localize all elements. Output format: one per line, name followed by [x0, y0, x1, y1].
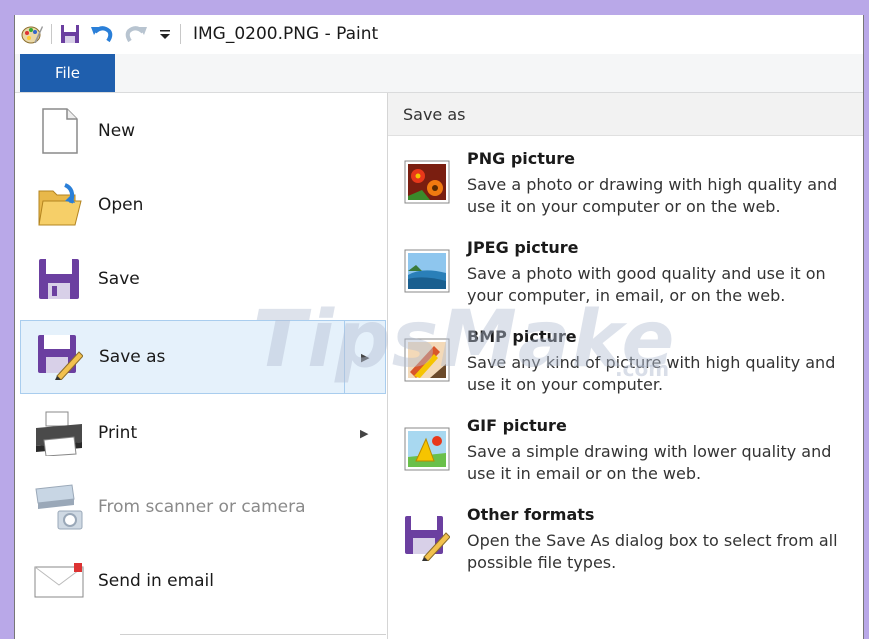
submenu-header: Save as: [388, 93, 863, 136]
redo-icon[interactable]: [124, 23, 148, 45]
menu-item-save-as[interactable]: Save as ▶: [20, 320, 386, 394]
title-bar: IMG_0200.PNG - Paint: [15, 15, 863, 53]
toolbar-separator: [51, 24, 52, 44]
format-item-bmp[interactable]: BMP picture Save any kind of picture wit…: [388, 327, 863, 413]
format-item-other[interactable]: Other formats Open the Save As dialog bo…: [388, 505, 863, 591]
format-description: Save a simple drawing with lower quality…: [467, 442, 832, 483]
menu-item-label: Print: [98, 423, 138, 443]
bmp-picture-icon: [402, 335, 452, 385]
gif-picture-icon: [402, 424, 452, 474]
format-item-jpeg[interactable]: JPEG picture Save a photo with good qual…: [388, 238, 863, 324]
menu-item-label: Open: [98, 195, 144, 215]
file-tab[interactable]: File: [20, 54, 115, 92]
menu-item-new[interactable]: New: [20, 96, 386, 166]
open-folder-icon: [34, 180, 84, 230]
submenu-heading: Save as: [403, 104, 466, 124]
window-title: IMG_0200.PNG - Paint: [193, 24, 379, 44]
quick-access-toolbar: [15, 15, 189, 53]
printer-icon: [34, 408, 84, 458]
format-description: Save a photo with good quality and use i…: [467, 264, 826, 305]
menu-divider: [120, 634, 386, 635]
menu-item-send-email[interactable]: Send in email: [20, 546, 386, 616]
submenu-split-divider: [344, 321, 345, 393]
email-envelope-icon: [34, 556, 84, 606]
menu-item-save[interactable]: Save: [20, 244, 386, 314]
format-title: BMP picture: [467, 327, 577, 346]
format-item-gif[interactable]: GIF picture Save a simple drawing with l…: [388, 416, 863, 502]
save-icon[interactable]: [60, 24, 80, 44]
menu-item-label: Save as: [99, 347, 166, 367]
ribbon-bar: File: [15, 54, 863, 93]
menu-item-label: From scanner or camera: [98, 497, 306, 517]
menu-item-open[interactable]: Open: [20, 170, 386, 240]
format-title: GIF picture: [467, 416, 567, 435]
format-title: JPEG picture: [467, 238, 579, 257]
file-menu: New Open Save Save as ▶ Print ▶ From sca…: [20, 93, 388, 639]
paint-app-icon[interactable]: [21, 23, 43, 45]
format-description: Save any kind of picture with high quali…: [467, 353, 836, 394]
menu-item-label: Send in email: [98, 571, 215, 591]
paint-window: IMG_0200.PNG - Paint File New Open Save …: [14, 15, 864, 639]
save-disk-icon: [34, 254, 84, 304]
submenu-arrow-icon[interactable]: ▶: [360, 427, 368, 440]
scanner-camera-icon: [34, 482, 84, 532]
jpeg-picture-icon: [402, 246, 452, 296]
menu-item-label: New: [98, 121, 136, 141]
other-formats-icon: [402, 513, 452, 563]
undo-icon[interactable]: [90, 23, 114, 45]
new-document-icon: [34, 106, 84, 156]
menu-item-label: Save: [98, 269, 140, 289]
toolbar-separator: [180, 24, 181, 44]
format-description: Open the Save As dialog box to select fr…: [467, 531, 838, 572]
menu-item-from-scanner: From scanner or camera: [20, 472, 386, 542]
customize-toolbar-icon[interactable]: [158, 27, 172, 41]
format-title: PNG picture: [467, 149, 576, 168]
submenu-arrow-icon[interactable]: ▶: [361, 351, 369, 364]
menu-item-print[interactable]: Print ▶: [20, 398, 386, 468]
format-item-png[interactable]: PNG picture Save a photo or drawing with…: [388, 149, 863, 235]
format-description: Save a photo or drawing with high qualit…: [467, 175, 838, 216]
png-picture-icon: [402, 157, 452, 207]
format-title: Other formats: [467, 505, 595, 524]
save-as-icon: [35, 332, 85, 382]
save-as-submenu: Save as PNG picture Save a photo or draw…: [388, 93, 863, 639]
